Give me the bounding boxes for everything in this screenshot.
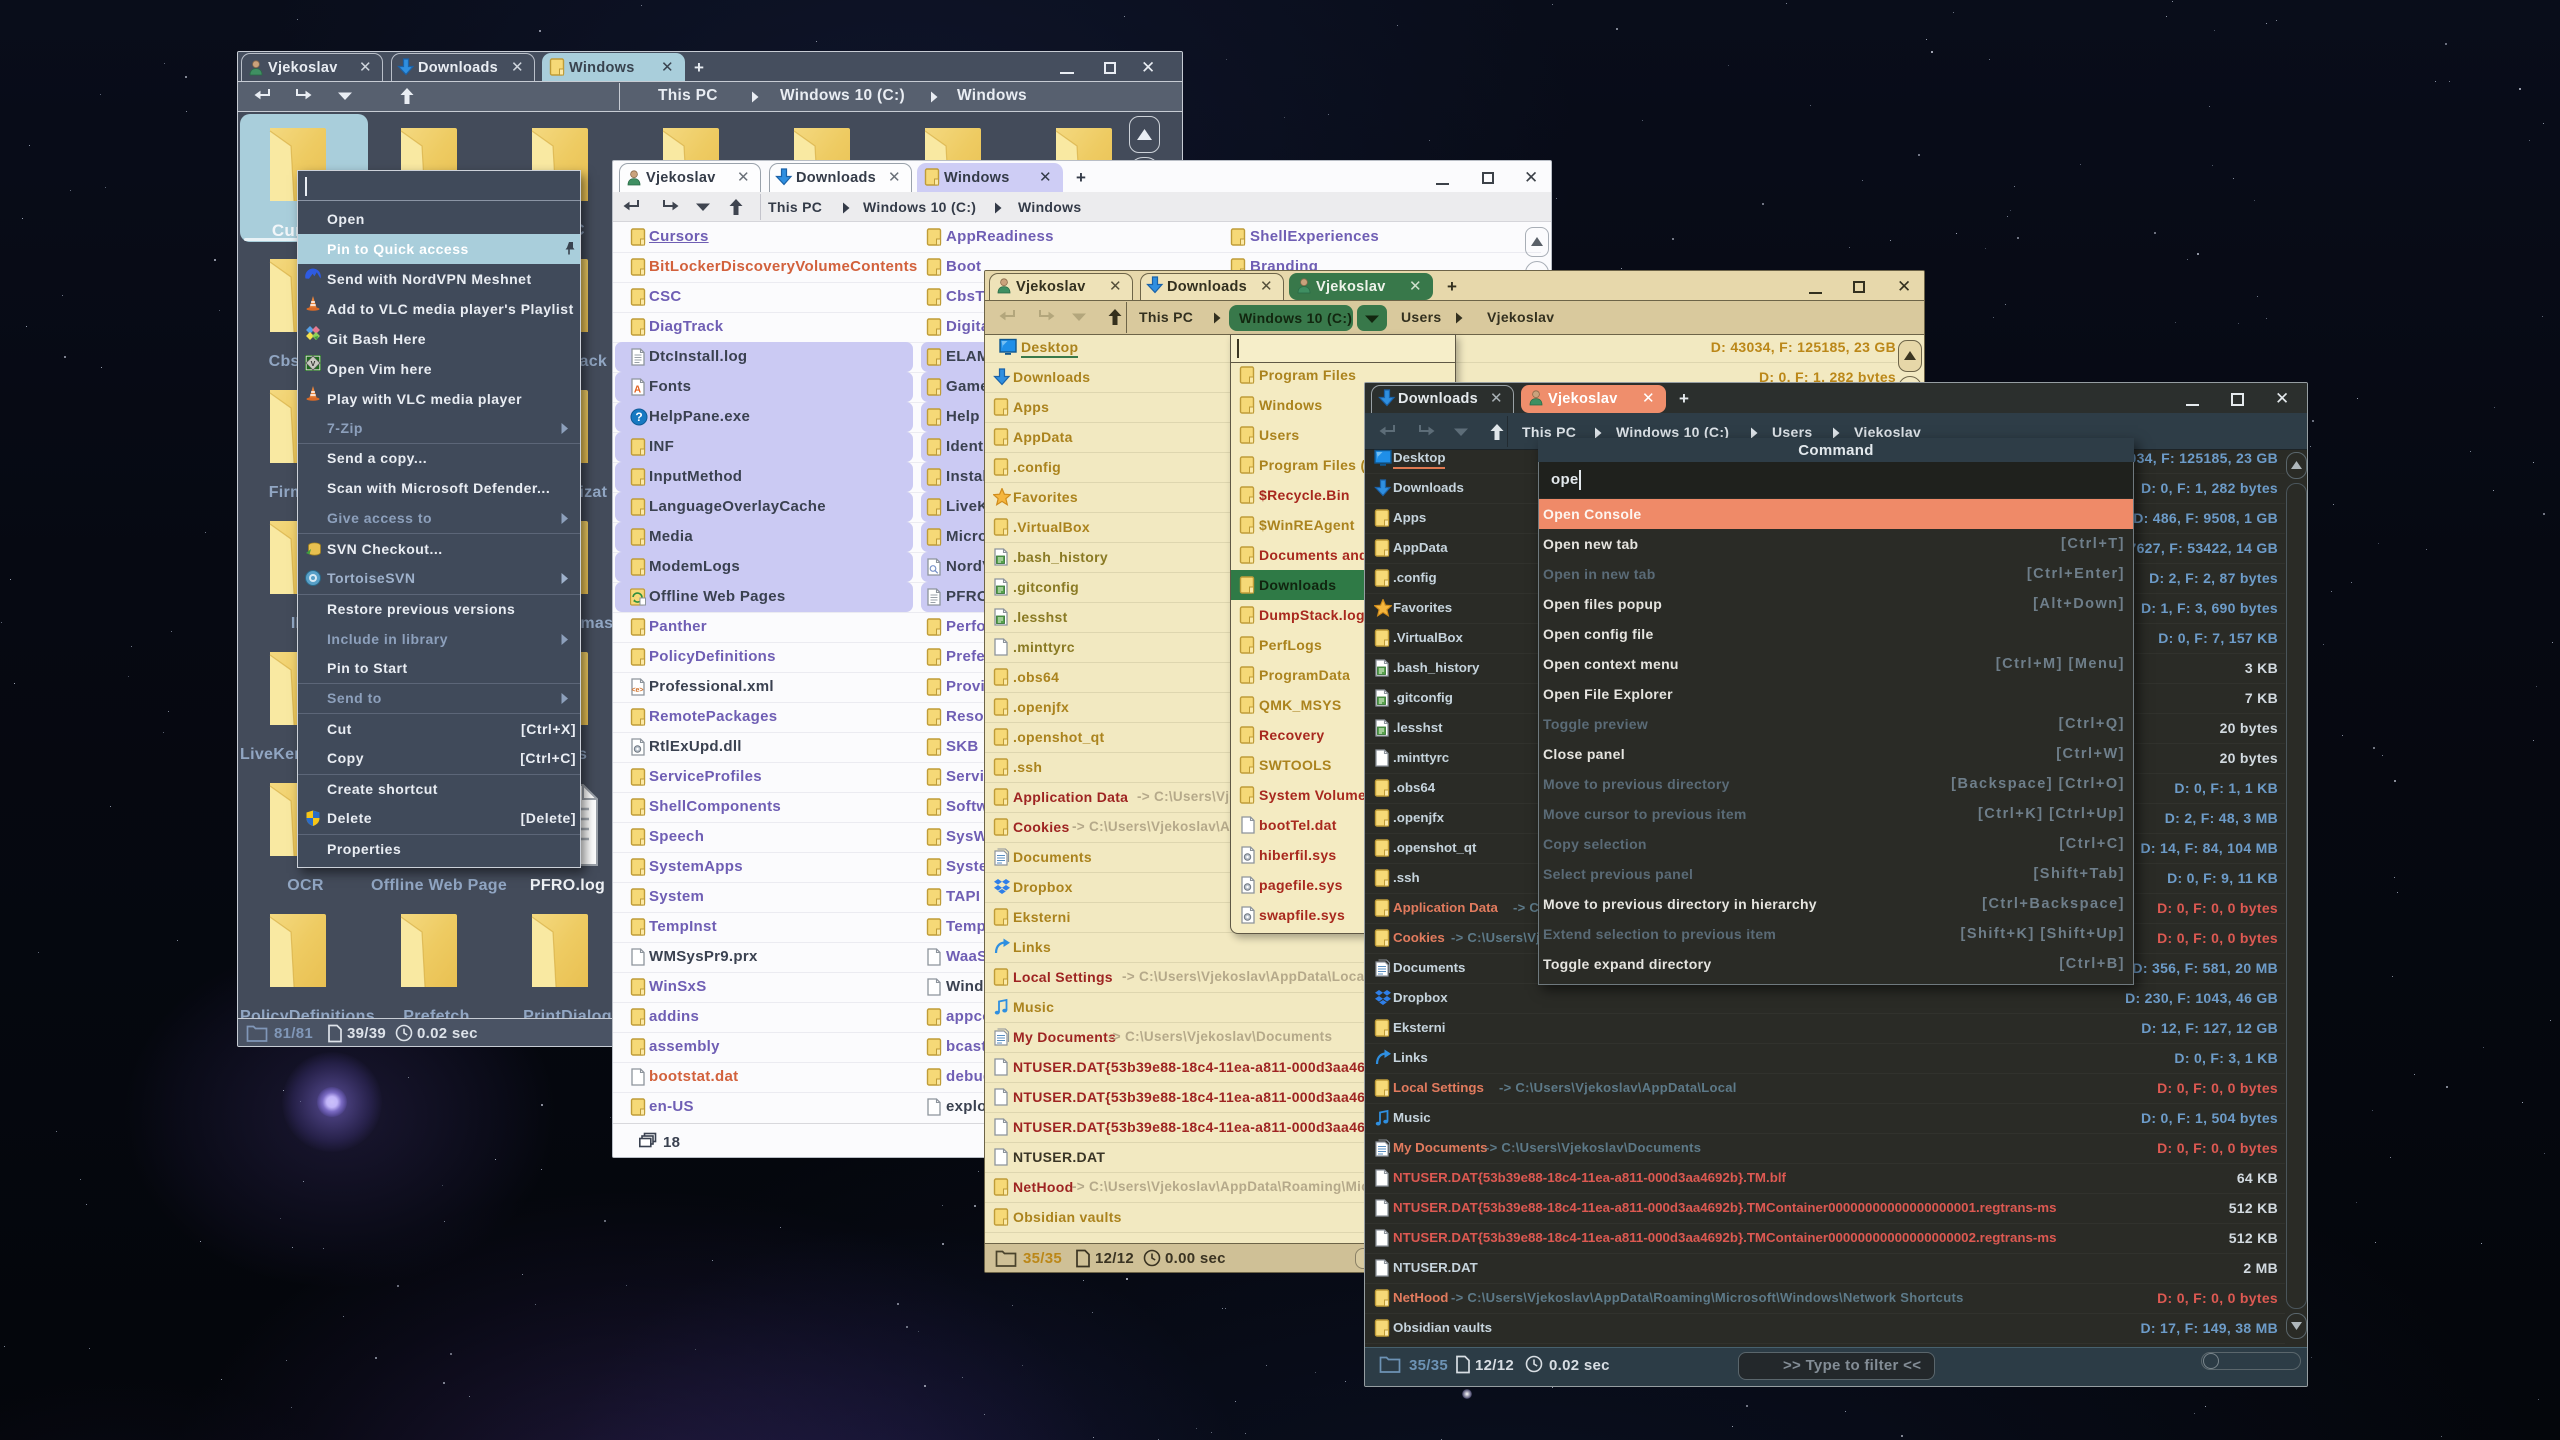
svg-text:?: ? — [635, 410, 642, 424]
svg-text:<e>: <e> — [631, 687, 643, 694]
svg-text:V: V — [311, 361, 316, 368]
svg-text:A: A — [634, 385, 641, 396]
